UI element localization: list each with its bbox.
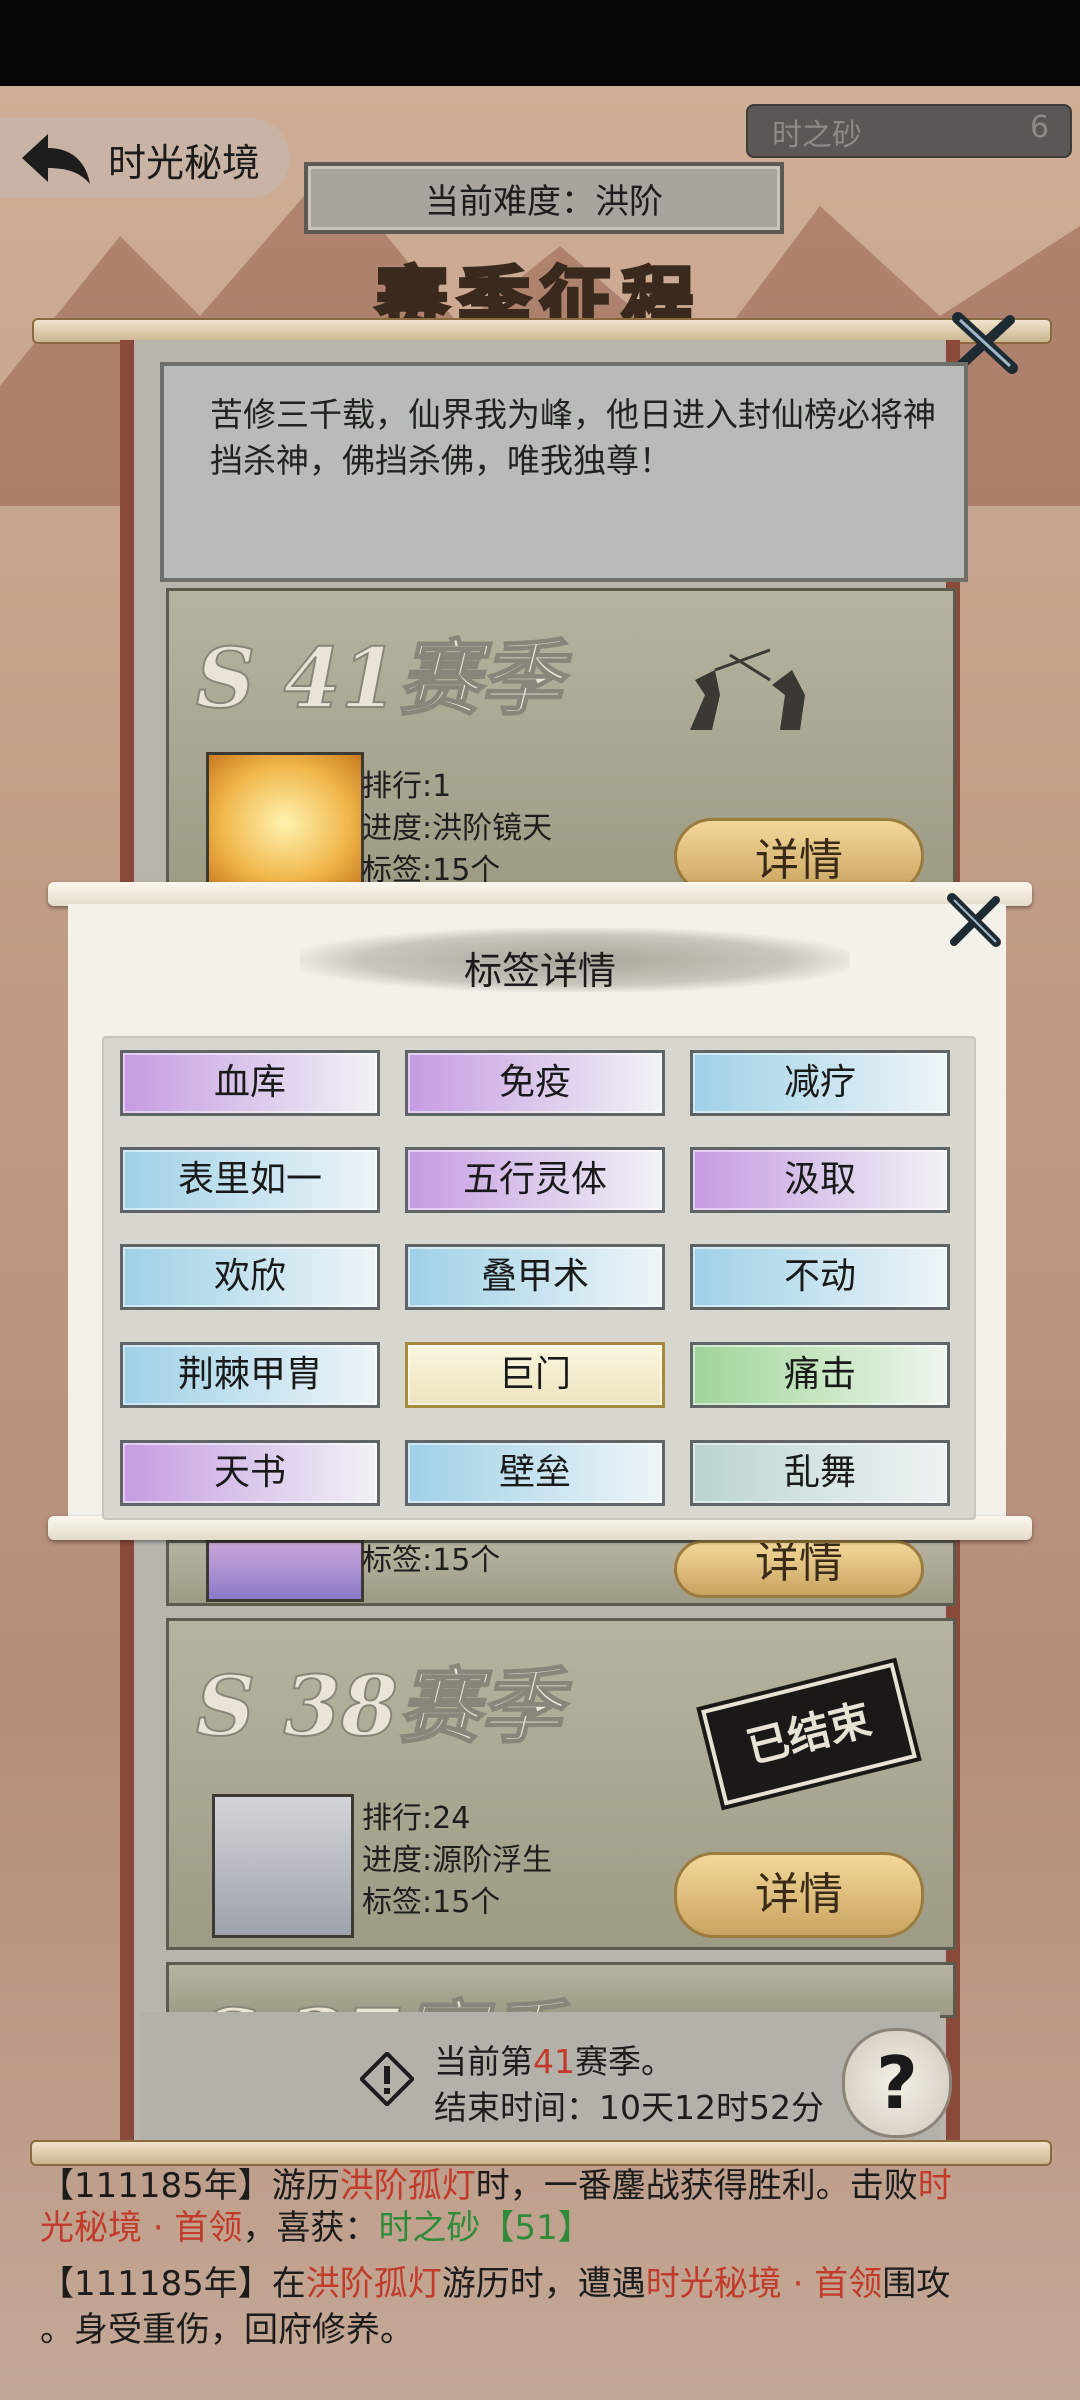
- detail-button[interactable]: 详情: [674, 1852, 924, 1938]
- tag-chip[interactable]: 荆棘甲胄: [120, 1342, 380, 1408]
- modal-title: 标签详情: [463, 949, 616, 993]
- resource-value: 6: [1030, 110, 1050, 145]
- tag-chip[interactable]: 壁垒: [405, 1440, 665, 1506]
- back-arrow-icon[interactable]: [18, 128, 94, 188]
- avatar: [206, 752, 364, 894]
- tag-chip[interactable]: 天书: [120, 1440, 380, 1506]
- warning-icon: [360, 2052, 414, 2106]
- log-line: 【111185年】在洪阶孤灯游历时，遭遇时光秘境 · 首领围攻: [40, 2264, 951, 2304]
- tag-chip[interactable]: 五行灵体: [405, 1147, 665, 1213]
- progress-text: 进度:源阶浮生: [362, 1843, 553, 1878]
- close-icon[interactable]: [944, 892, 1004, 948]
- tags-text: 标签:15个: [362, 1885, 501, 1920]
- tag-chip[interactable]: 痛击: [690, 1342, 950, 1408]
- status-bar: [0, 0, 1080, 86]
- season-title: S 41赛季: [195, 630, 563, 728]
- back-label: 时光秘境: [108, 141, 261, 185]
- tag-chip[interactable]: 表里如一: [120, 1147, 380, 1213]
- resource-label: 时之砂: [772, 118, 862, 153]
- current-season-text: 当前第41赛季。: [434, 2042, 674, 2081]
- quote-text: 苦修三千载，仙界我为峰，他日进入封仙榜必将神挡杀神，佛挡杀佛，唯我独尊！: [210, 395, 936, 480]
- tag-chip[interactable]: 巨门: [405, 1342, 665, 1408]
- tags-text: 标签:15个: [362, 1543, 501, 1578]
- avatar: [212, 1794, 354, 1938]
- tags-text: 标签:15个: [362, 853, 501, 886]
- season-title: S 38赛季: [195, 1658, 563, 1756]
- log-line: 。身受重伤，回府修养。: [40, 2310, 414, 2350]
- rank-text: 排行:24: [362, 1801, 471, 1836]
- tag-chip[interactable]: 欢欣: [120, 1244, 380, 1310]
- tag-chip[interactable]: 血库: [120, 1050, 380, 1116]
- tag-chip[interactable]: 汲取: [690, 1147, 950, 1213]
- log-line: 光秘境 · 首领，喜获：时之砂【51】: [40, 2208, 592, 2248]
- progress-text: 进度:洪阶镜天: [362, 811, 553, 846]
- tag-chip[interactable]: 叠甲术: [405, 1244, 665, 1310]
- duel-silhouette-icon: [690, 648, 805, 730]
- season-card: S 37赛季: [166, 1962, 956, 2018]
- tag-chip[interactable]: 减疗: [690, 1050, 950, 1116]
- avatar: [206, 1540, 364, 1602]
- modal-rod-top: [48, 882, 1032, 906]
- season-number: 41: [533, 2042, 575, 2081]
- season-end-time: 结束时间：10天12时52分: [434, 2088, 824, 2127]
- tag-chip[interactable]: 乱舞: [690, 1440, 950, 1506]
- tag-chip[interactable]: 免疫: [405, 1050, 665, 1116]
- help-button[interactable]: ?: [842, 2028, 952, 2138]
- detail-button[interactable]: 详情: [674, 1540, 924, 1598]
- tag-chip[interactable]: 不动: [690, 1244, 950, 1310]
- rank-text: 排行:1: [362, 769, 452, 804]
- difficulty-label: 当前难度：洪阶: [425, 182, 663, 222]
